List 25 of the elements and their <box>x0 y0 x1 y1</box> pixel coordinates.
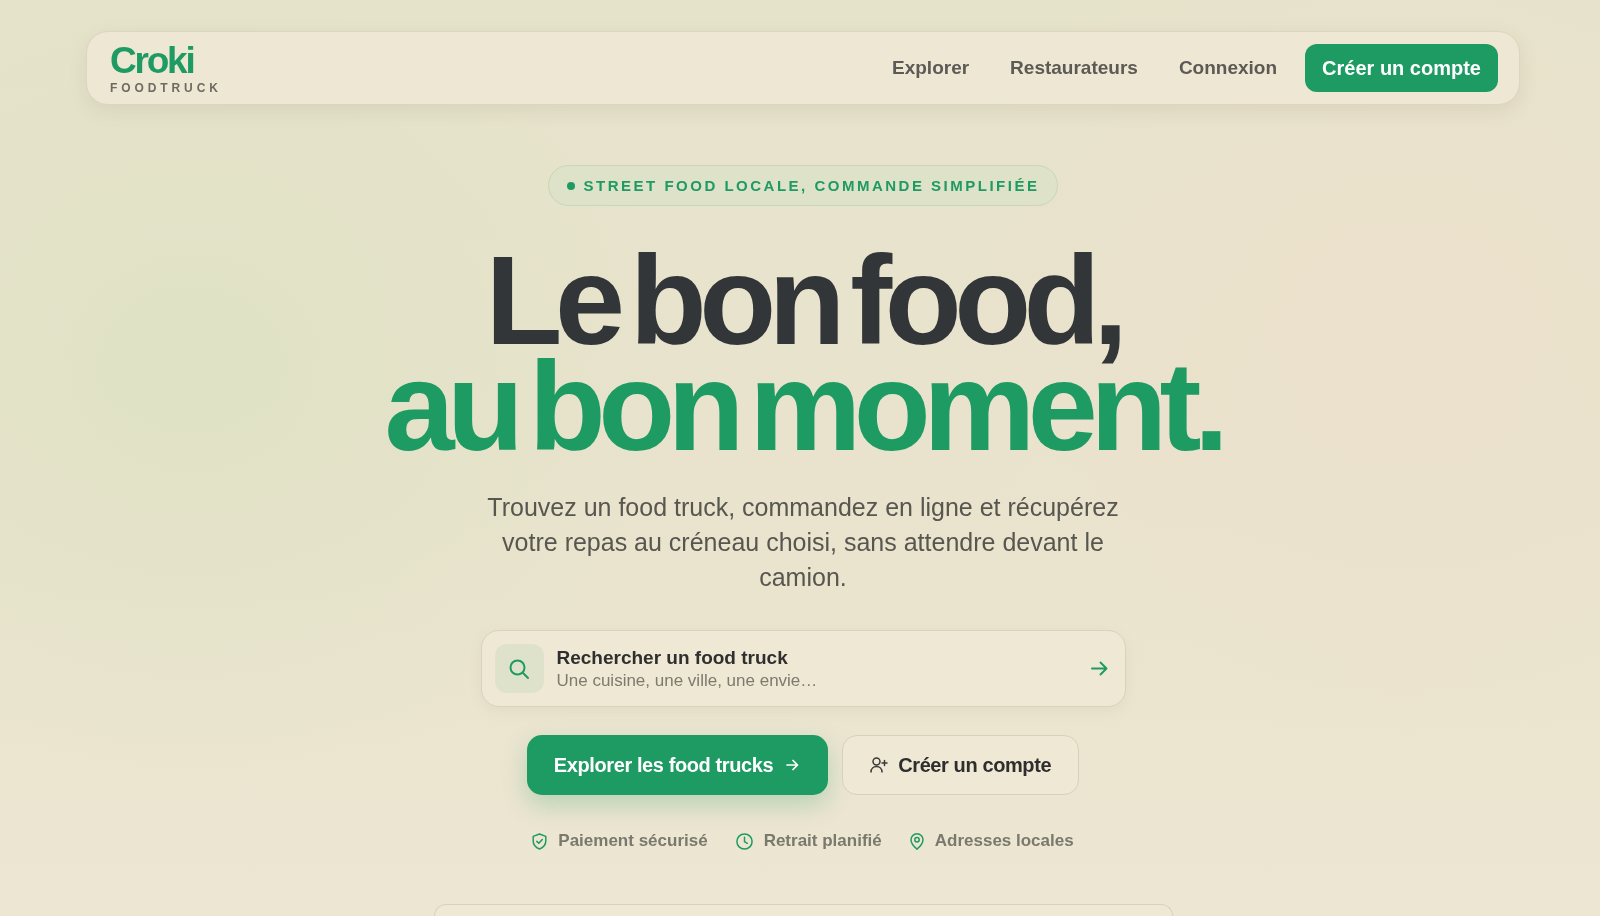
nav-link[interactable]: Connexion <box>1178 57 1278 79</box>
signup-button[interactable]: Créer un compte <box>1305 44 1498 92</box>
logo-subtitle: FOODTRUCK <box>110 81 222 95</box>
logo-text[interactable]: Croki <box>110 45 194 77</box>
user-plus-icon <box>870 757 889 773</box>
map-pin-icon <box>909 832 924 850</box>
explore-button[interactable]: Explorer les food trucks <box>526 735 829 795</box>
dot-icon <box>566 181 575 190</box>
feature-label: Adresses locales <box>934 831 1074 851</box>
create-account-button[interactable]: Créer un compte <box>842 735 1080 795</box>
search-icon <box>494 644 544 693</box>
feature-label: Paiement sécurisé <box>558 831 708 851</box>
feature-label: Retrait planifié <box>763 831 882 851</box>
nav-link[interactable]: Explorer <box>892 57 970 79</box>
arrow-right-icon <box>786 759 800 771</box>
search-bar[interactable]: Rechercher un food truck Une cuisine, une ville, une envie… <box>480 630 1126 707</box>
clock-icon <box>735 832 753 850</box>
arrow-right-icon[interactable] <box>1090 661 1108 676</box>
description-text: Trouvez un food truck, commandez en ligne et récupérez votre repas au créneau choisi, sans attendre devant le camion. <box>486 492 1120 593</box>
nav-link[interactable]: Restaurateurs <box>1010 57 1138 79</box>
shield-check-icon <box>532 832 548 850</box>
headline: Le bon food, au bon moment. <box>384 248 1222 460</box>
search-label: Rechercher un food truck <box>556 645 789 670</box>
search-input[interactable]: Une cuisine, une ville, une envie… <box>556 669 847 692</box>
tagline-text: STREET FOOD LOCALE, COMMANDE SIMPLIFIÉE <box>583 177 1040 194</box>
